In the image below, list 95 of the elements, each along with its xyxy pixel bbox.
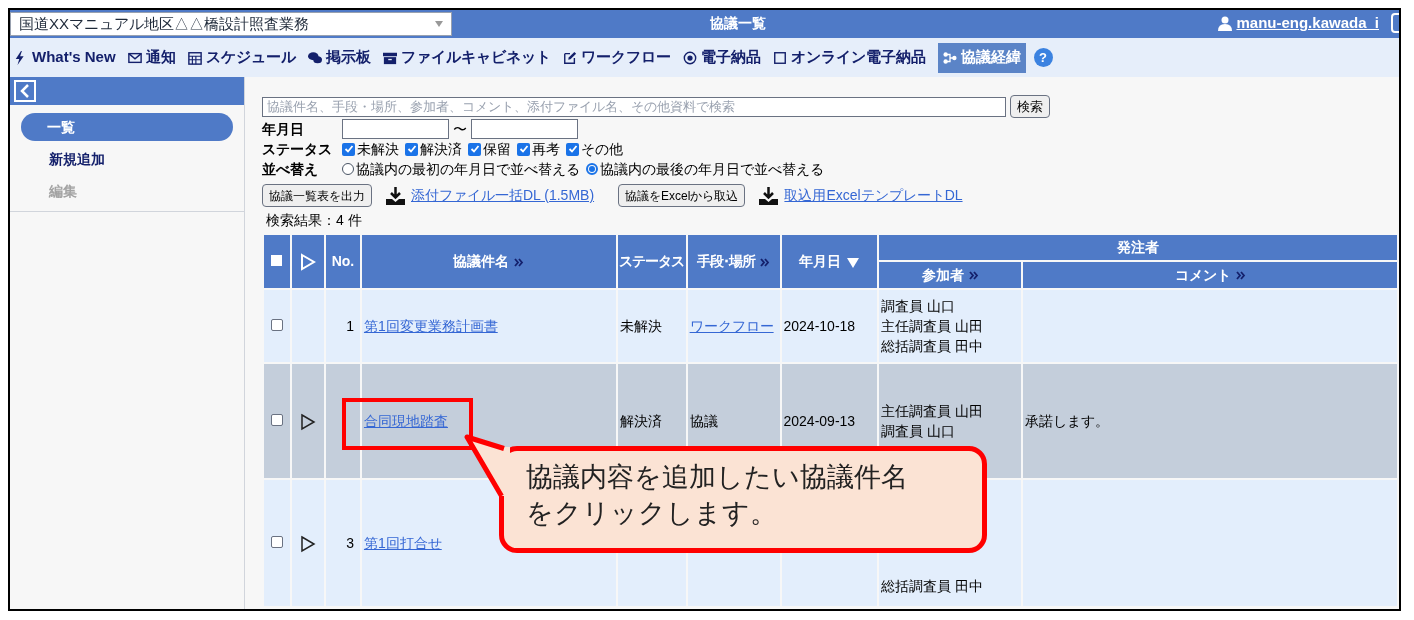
status-checkbox[interactable]: その他	[566, 139, 623, 159]
nav-tab[interactable]: ワークフロー	[562, 42, 671, 73]
nav-tab[interactable]: What's New	[14, 42, 116, 73]
table-cell: 未解決	[619, 317, 662, 334]
sidebar-item[interactable]: 新規追加	[10, 145, 244, 173]
double-chevron-icon	[968, 271, 979, 281]
row-number: 3	[346, 534, 354, 551]
table-cell: 解決済	[619, 412, 662, 429]
search-button[interactable]: 検索	[1010, 95, 1050, 118]
mail-icon	[127, 50, 142, 65]
download-link[interactable]: 添付ファイル一括DL (1.5MB)	[411, 185, 595, 206]
row-checkbox[interactable]	[271, 413, 283, 426]
action-button[interactable]: 協議一覧表を出力	[262, 184, 372, 207]
participant-name: 主任調査員 山田	[881, 317, 985, 336]
collapse-button[interactable]	[14, 80, 36, 102]
checkbox[interactable]	[566, 142, 579, 156]
column-header[interactable]: 発注者	[1117, 239, 1160, 255]
radio-icon	[682, 50, 697, 65]
sort-down-icon	[847, 256, 860, 268]
table-cell: 2024-10-18	[783, 317, 856, 334]
date-field[interactable]	[342, 119, 449, 139]
participant-name: 調査員 山口	[881, 297, 957, 316]
row-number: 1	[346, 317, 354, 334]
column-header[interactable]: 協議件名	[453, 253, 525, 269]
nav-tab[interactable]: 電子納品	[682, 42, 761, 73]
status-checkbox[interactable]: 解決済	[405, 139, 462, 159]
radio-button[interactable]	[586, 163, 598, 175]
column-header[interactable]: コメント	[1174, 266, 1246, 283]
person-icon	[1218, 15, 1233, 31]
column-header[interactable]: ステータス	[619, 253, 685, 269]
row-checkbox[interactable]	[271, 535, 283, 548]
column-header[interactable]: No.	[331, 253, 355, 269]
nav-tab[interactable]: 掲示板	[307, 42, 371, 73]
sidebar-item: 編集	[47, 181, 78, 201]
column-header[interactable]: 参加者	[921, 266, 979, 283]
column-header[interactable]: 手段･場所	[697, 253, 771, 269]
date-field[interactable]	[471, 119, 578, 139]
edit-icon	[562, 50, 577, 65]
window-title: 協議一覧	[710, 14, 766, 33]
double-chevron-icon	[760, 257, 771, 267]
checkbox[interactable]	[517, 142, 530, 156]
status-checkbox[interactable]: 再考	[517, 139, 560, 159]
participant-name: 主任調査員 山田	[881, 402, 985, 421]
checkbox[interactable]	[405, 142, 418, 156]
nav-tab[interactable]: ファイルキャビネット	[382, 42, 551, 73]
field-label: 年月日	[262, 120, 305, 139]
chevron-left-icon	[20, 84, 30, 98]
column-header[interactable]: 年月日	[799, 253, 860, 269]
project-select[interactable]: 国道XXマニュアル地区△△橋設計照査業務	[10, 12, 452, 36]
calendar-icon	[187, 50, 202, 65]
select-value: 国道XXマニュアル地区△△橋設計照査業務	[19, 13, 309, 34]
field-label: ステータス	[262, 140, 333, 159]
sidebar-item[interactable]: 一覧	[21, 113, 233, 141]
table-row[interactable]: 1 第1回変更業務計画書 未解決 ワークフロー 2024-10-18 調査員 山口 主任調査員 山田 総括調査員 田中	[263, 289, 1398, 363]
expand-triangle-icon[interactable]	[299, 534, 316, 553]
download-icon	[759, 186, 779, 205]
table-cell: 2024-09-13	[783, 412, 856, 429]
consultation-link[interactable]: 第1回変更業務計画書	[363, 317, 498, 334]
participant-name: 調査員 山口	[881, 422, 957, 441]
help-button[interactable]: ?	[1033, 48, 1053, 67]
action-button[interactable]: 協議をExcelから取込	[618, 184, 746, 207]
sort-radio[interactable]: 協議内の最初の年月日で並べ替える	[342, 159, 580, 179]
cabinet-icon	[382, 50, 397, 65]
nodes-icon	[942, 50, 957, 65]
radio-button[interactable]	[342, 163, 354, 175]
expand-triangle-icon[interactable]	[299, 412, 316, 431]
select-all-checkbox[interactable]	[271, 255, 283, 266]
field-label: 並べ替え	[262, 160, 319, 179]
double-chevron-icon	[514, 257, 525, 267]
nav-tab[interactable]: オンライン電子納品	[772, 42, 926, 73]
row-checkbox[interactable]	[271, 318, 283, 331]
download-icon	[386, 186, 405, 205]
nav-tab[interactable]: スケジュール	[187, 42, 296, 73]
result-count: 検索結果：4 件	[266, 211, 363, 230]
search-field[interactable]: 協議件名、手段・場所、参加者、コメント、添付ファイル名、その他資料で検索	[262, 96, 1006, 117]
status-checkbox[interactable]: 保留	[468, 139, 511, 159]
nav-tab[interactable]: 通知	[127, 42, 176, 73]
consultation-link[interactable]: 第1回打合せ	[363, 534, 442, 551]
double-chevron-icon	[1235, 271, 1246, 281]
comment-text: 承諾します。	[1025, 412, 1110, 429]
callout: 協議内容を追加したい協議件名 をクリックします。	[499, 446, 987, 553]
chat-icon	[307, 50, 322, 65]
range-separator: 〜	[453, 120, 467, 139]
checkbox[interactable]	[342, 142, 355, 156]
participant-name: 総括調査員 田中	[881, 337, 985, 356]
checkbox[interactable]	[468, 142, 481, 156]
table-cell: 協議	[689, 412, 718, 429]
square-icon	[772, 50, 787, 65]
sort-radio[interactable]: 協議内の最後の年月日で並べ替える	[586, 159, 824, 179]
nav-tab[interactable]: 協議経緯	[937, 42, 1026, 73]
status-checkbox[interactable]: 未解決	[342, 139, 399, 159]
caret-icon	[435, 21, 443, 27]
download-link[interactable]: 取込用ExcelテンプレートDL	[784, 185, 963, 206]
user-link[interactable]: manu-eng.kawada_i	[1236, 12, 1379, 35]
participant-name: 総括調査員 田中	[881, 577, 985, 596]
